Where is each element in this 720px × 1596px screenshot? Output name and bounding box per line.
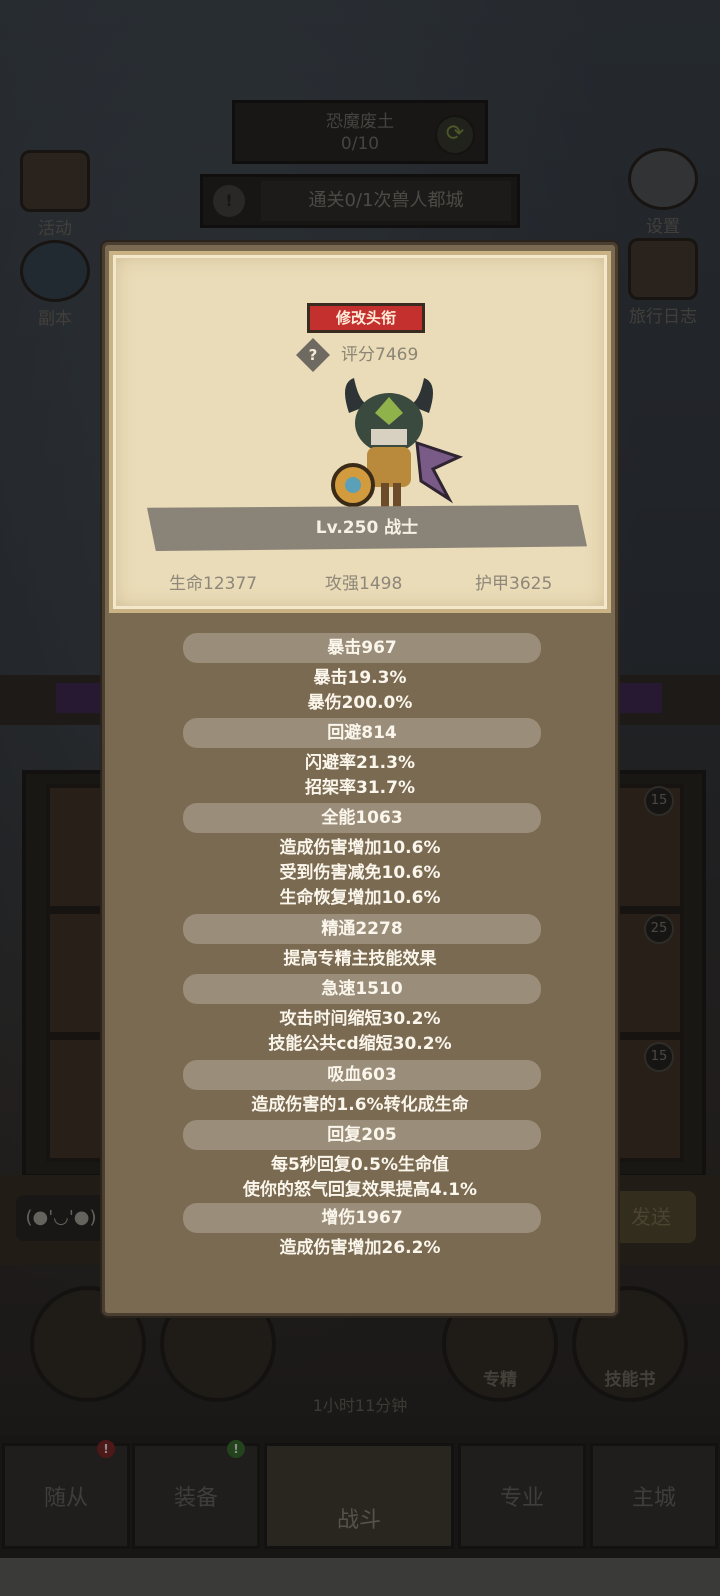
hp-stat: 生命12377 [169,574,258,594]
attr-header-evasion: 回避814 [183,718,541,748]
level-class-banner: Lv.250 战士 [147,505,587,551]
edit-title-button[interactable]: 修改头衔 [307,303,425,333]
attr-line: 每5秒回复0.5%生命值 [271,1155,449,1175]
help-icon[interactable]: ? [296,338,330,372]
warrior-avatar [331,378,464,511]
attr-header-versatility: 全能1063 [183,803,541,833]
attr-header-regen: 回复205 [183,1120,541,1150]
attr-line: 技能公共cd缩短30.2% [268,1034,452,1054]
attr-line: 受到伤害减免10.6% [279,863,441,883]
armor-stat: 护甲3625 [475,574,553,594]
attr-line: 闪避率21.3% [305,753,415,773]
character-detail-popup: 修改头衔 ? 评分7469 Lv.250 战士 生命12377 攻强1498 护… [102,242,618,1316]
attr-line: 攻击时间缩短30.2% [279,1009,441,1029]
attr-header-mastery: 精通2278 [183,914,541,944]
attr-header-haste: 急速1510 [183,974,541,1004]
score-text: 评分7469 [341,345,419,365]
attr-line: 造成伤害增加10.6% [279,838,441,858]
attr-line: 生命恢复增加10.6% [279,888,441,908]
attr-line: 造成伤害增加26.2% [279,1238,441,1258]
attack-stat: 攻强1498 [325,574,403,594]
score-row: ? 评分7469 [296,338,501,372]
attr-line: 使你的怒气回复效果提高4.1% [242,1180,478,1200]
base-stats: 生命12377 攻强1498 护甲3625 [113,569,607,594]
attr-line: 暴击19.3% [313,668,407,688]
attr-header-damage-bonus: 增伤1967 [183,1203,541,1233]
attr-header-crit: 暴击967 [183,633,541,663]
attr-line: 招架率31.7% [305,778,415,798]
attr-line: 暴伤200.0% [307,693,413,713]
attr-line: 造成伤害的1.6%转化成生命 [251,1095,469,1115]
character-card: 修改头衔 ? 评分7469 Lv.250 战士 生命12377 攻强1498 护… [109,251,611,613]
attr-header-lifesteal: 吸血603 [183,1060,541,1090]
attr-line: 提高专精主技能效果 [283,949,437,969]
